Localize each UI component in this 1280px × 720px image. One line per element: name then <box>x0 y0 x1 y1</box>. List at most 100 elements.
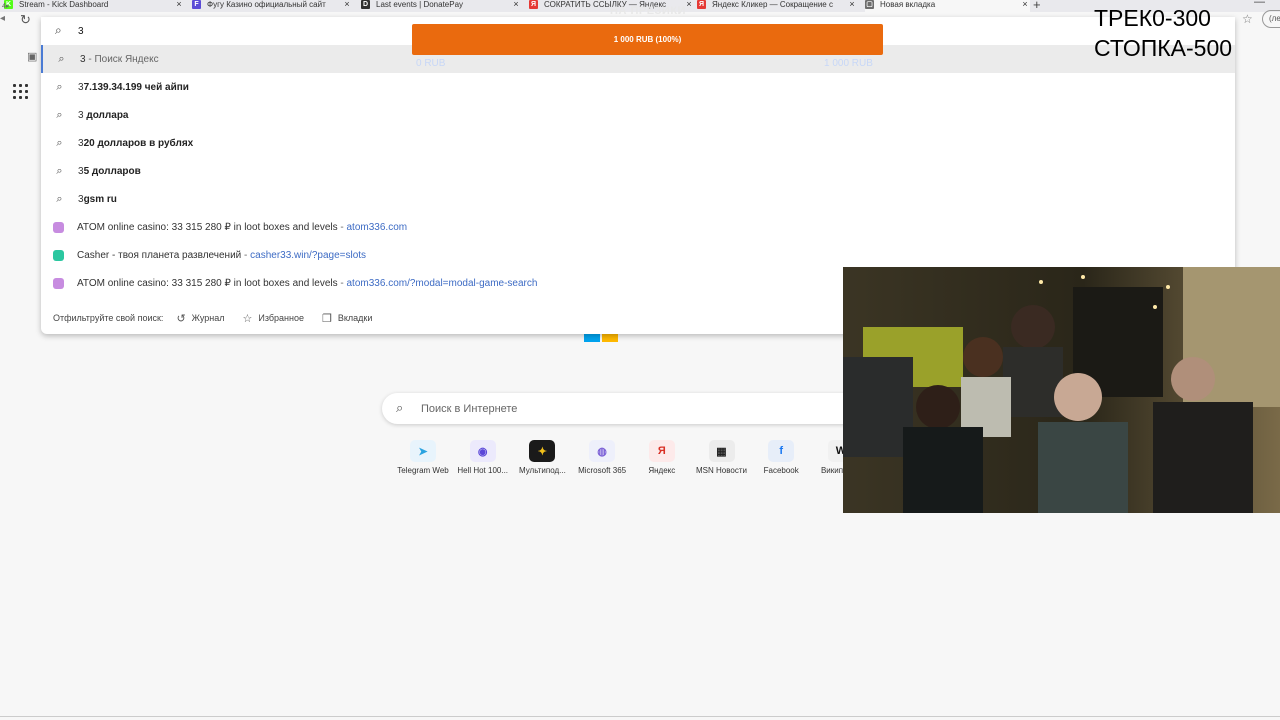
filter-button-label: Избранное <box>258 313 304 323</box>
quick-link[interactable]: ▦ MSN Новости <box>692 440 752 475</box>
suggestion-completion: доллара <box>83 109 129 121</box>
tab-title: Яндекс Кликер — Сокращение с <box>712 0 833 9</box>
quick-link[interactable]: Я Яндекс <box>632 440 692 475</box>
apps-grid-icon[interactable] <box>13 84 29 100</box>
suggestion-url: atom336.com/?modal=modal-game-search <box>346 277 538 289</box>
suggestion-title: ATOM online casino: 33 315 280 ₽ in loot… <box>77 221 338 233</box>
tab-title: Фугу Казино официальный сайт <box>207 0 326 9</box>
suggestion-hint: - Поиск Яндекс <box>85 53 159 65</box>
casino-icon: F <box>192 0 201 9</box>
tab-title: Stream - Kick Dashboard <box>19 0 109 9</box>
quick-link-label: MSN Новости <box>696 466 747 475</box>
filter-button-2[interactable]: ❐ Вкладки <box>322 312 372 325</box>
tab-2[interactable]: D Last events | DonatePay × <box>361 0 521 12</box>
close-icon[interactable]: × <box>1020 0 1030 9</box>
quick-link-label: Яндекс <box>648 466 676 475</box>
profile-button[interactable]: (ле <box>1262 10 1280 28</box>
hellhot-icon: ◉ <box>469 440 496 462</box>
newtab-icon: ▢ <box>865 0 874 9</box>
status-text: 4▸ <box>2 3 10 10</box>
tabs-icon: ❐ <box>322 312 332 325</box>
site-favicon-icon <box>53 249 64 261</box>
quick-link[interactable]: ◉ Hell Hot 100... <box>453 440 513 475</box>
collections-icon[interactable]: ▣ <box>27 50 37 63</box>
quick-link-label: Telegram Web <box>397 466 449 475</box>
webcam-feed <box>843 267 1280 513</box>
telegram-icon: ➤ <box>410 440 436 462</box>
msn-news-icon: ▦ <box>708 440 735 462</box>
quick-link-label: Microsoft 365 <box>578 466 627 475</box>
overlay-line-2: СТОПКА-500 <box>1094 35 1233 61</box>
donation-goal-title: НА ПРЕЗИКИ <box>610 5 686 17</box>
tab-1[interactable]: F Фугу Казино официальный сайт × <box>192 0 352 12</box>
suggestion-title: ATOM online casino: 33 315 280 ₽ in loot… <box>77 277 338 289</box>
search-icon: ⌕ <box>56 80 63 93</box>
quick-link[interactable]: ➤ Telegram Web <box>393 440 453 475</box>
microsoft365-icon: ◍ <box>589 440 616 462</box>
close-icon[interactable]: × <box>342 0 352 9</box>
yandex-icon: Я <box>529 0 538 9</box>
bottom-divider <box>0 716 1280 717</box>
suggestion-item[interactable]: ⌕ 35 долларов <box>41 157 1235 185</box>
suggestion-url: casher33.win/?page=slots <box>250 249 367 261</box>
new-tab-button[interactable]: + <box>1033 0 1041 12</box>
suggestion-item[interactable]: ⌕ 3gsm ru <box>41 185 1235 213</box>
filter-label: Отфильтруйте свой поиск: <box>53 313 164 323</box>
star-icon: ☆ <box>242 312 253 325</box>
site-favicon-icon <box>53 221 64 233</box>
history-icon: ↺ <box>176 312 186 325</box>
address-input-value: 3 <box>78 26 84 37</box>
suggestion-separator: - <box>337 277 347 289</box>
filter-button-0[interactable]: ↺ Журнал <box>176 312 224 325</box>
yandex-icon: Я <box>648 440 675 462</box>
tab-title: Last events | DonatePay <box>376 0 464 9</box>
donation-goal-max: 1 000 RUB <box>824 58 873 69</box>
quick-link[interactable]: ✦ Мультипод... <box>512 440 572 475</box>
quick-link[interactable]: f Facebook <box>751 440 811 475</box>
suggestion-completion: gsm ru <box>83 193 117 205</box>
quick-link-label: Hell Hot 100... <box>457 466 509 475</box>
suggestion-completion: 5 долларов <box>83 165 141 177</box>
search-icon: ⌕ <box>56 136 63 149</box>
close-icon[interactable]: × <box>847 0 857 9</box>
reload-icon[interactable]: ↻ <box>20 12 31 28</box>
filter-button-label: Вкладки <box>337 313 373 323</box>
search-icon: ⌕ <box>396 400 404 415</box>
search-icon: ⌕ <box>56 108 63 121</box>
stream-overlay-text: ТРЕК0-300 СТОПКА-500 <box>1094 3 1232 63</box>
search-icon: ⌕ <box>56 192 63 205</box>
multipod-icon: ✦ <box>529 440 556 462</box>
suggestion-completion: 7.139.34.199 чей айпи <box>83 81 189 93</box>
tab-0[interactable]: K Stream - Kick Dashboard × <box>4 0 184 12</box>
filter-button-1[interactable]: ☆ Избранное <box>243 312 305 325</box>
donation-goal-bar: 1 000 RUB (100%) <box>412 24 883 55</box>
suggestion-separator: - <box>241 249 251 261</box>
web-search-box[interactable]: ⌕ Поиск в Интернете <box>382 393 862 424</box>
suggestion-completion: 20 долларов в рублях <box>83 137 194 149</box>
suggestion-item[interactable]: Casher - твоя планета развлечений - cash… <box>41 241 1235 269</box>
suggestion-item[interactable]: ⌕ 37.139.34.199 чей айпи <box>41 73 1235 101</box>
web-search-placeholder: Поиск в Интернете <box>421 403 518 415</box>
close-icon[interactable]: × <box>511 0 521 9</box>
close-icon[interactable]: × <box>174 0 184 9</box>
tab-5[interactable]: ▢ Новая вкладка × <box>865 0 1030 12</box>
quick-link-label: Facebook <box>763 466 799 475</box>
quick-link[interactable]: ◍ Microsoft 365 <box>572 440 632 475</box>
filter-button-label: Журнал <box>191 313 225 323</box>
search-icon: ⌕ <box>58 52 65 65</box>
donation-goal-amount: 1 000 RUB (100%) <box>613 35 682 44</box>
overlay-line-1: ТРЕК0-300 <box>1094 5 1211 31</box>
suggestion-url: atom336.com <box>346 221 408 233</box>
donatepay-icon: D <box>361 0 370 9</box>
search-icon: ⌕ <box>56 164 63 177</box>
quick-link-label: Мультипод... <box>518 466 566 475</box>
suggestion-item[interactable]: ATOM online casino: 33 315 280 ₽ in loot… <box>41 213 1235 241</box>
search-icon: ⌕ <box>55 23 62 37</box>
favorite-star-icon[interactable]: ☆ <box>1242 12 1253 26</box>
tab-title: Новая вкладка <box>880 0 936 9</box>
window-minimize-button[interactable]: — <box>1254 0 1265 8</box>
suggestion-item[interactable]: ⌕ 320 долларов в рублях <box>41 129 1235 157</box>
suggestion-separator: - <box>337 221 347 233</box>
suggestion-item[interactable]: ⌕ 3 доллара <box>41 101 1235 129</box>
back-icon[interactable]: ◂ <box>0 13 5 24</box>
